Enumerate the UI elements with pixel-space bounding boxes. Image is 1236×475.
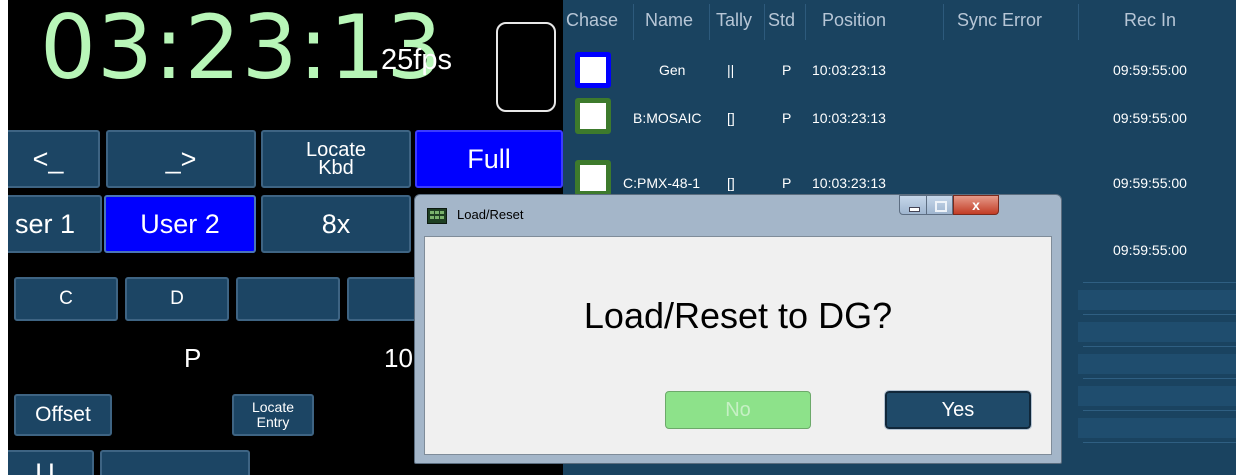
speed-8x-button[interactable]: 8x [261, 195, 411, 253]
row-name: B:MOSAIC [633, 110, 702, 126]
chase-checkbox-gen[interactable] [575, 52, 611, 88]
fps-label: 25fps [381, 44, 452, 76]
header-separator [709, 4, 710, 40]
header-position[interactable]: Position [822, 10, 886, 31]
table-header: Chase Name Tally Std Position Sync Error… [563, 0, 1236, 42]
minimize-button[interactable] [899, 195, 927, 215]
grid-line [1083, 314, 1236, 315]
header-separator [805, 4, 806, 40]
header-separator [1078, 4, 1079, 40]
row-position: 10:03:23:13 [812, 110, 886, 126]
row-tally: || [727, 62, 735, 78]
empty-row [1078, 418, 1236, 438]
grid-line [1083, 346, 1236, 347]
dialog-title-bar[interactable]: Load/Reset x [415, 195, 1061, 235]
no-button[interactable]: No [665, 391, 811, 429]
row-tally: [] [727, 175, 735, 191]
row-std: P [782, 175, 792, 191]
row-position: 10:03:23:13 [812, 175, 886, 191]
header-tally[interactable]: Tally [716, 10, 752, 31]
minimize-icon [909, 207, 920, 212]
row-position: 10:03:23:13 [812, 62, 886, 78]
chase-checkbox-c-pmx[interactable] [575, 160, 611, 196]
full-button[interactable]: Full [415, 130, 563, 188]
empty-row [1078, 354, 1236, 374]
row-rec-in: 09:59:55:00 [1113, 242, 1187, 258]
row-std: P [782, 110, 792, 126]
header-chase[interactable]: Chase [566, 10, 618, 31]
dialog-title: Load/Reset [457, 207, 524, 222]
bottom-button-2[interactable] [100, 450, 250, 475]
grid-line [1083, 282, 1236, 283]
header-separator [764, 4, 765, 40]
channel-blank-button-1[interactable] [236, 277, 340, 321]
dialog-message: Load/Reset to DG? [583, 295, 893, 336]
row-name: C:PMX-48-1 [623, 175, 701, 191]
header-sync-error[interactable]: Sync Error [957, 10, 1042, 31]
channel-d-button[interactable]: D [125, 277, 229, 321]
header-rec-in[interactable]: Rec In [1124, 10, 1176, 31]
row-name: Gen [659, 62, 686, 78]
header-separator [943, 4, 944, 40]
row-std: P [782, 62, 792, 78]
locate-kbd-button[interactable]: Locate Kbd [261, 130, 411, 188]
position-value-partial: 10 [384, 343, 413, 373]
bottom-button-1[interactable]: U [8, 450, 94, 475]
std-value: P [184, 343, 202, 373]
load-reset-dialog: Load/Reset x Load/Reset to DG? No Yes [414, 194, 1062, 464]
header-separator [633, 4, 634, 40]
locate-entry-button[interactable]: Locate Entry [232, 394, 314, 436]
app-grid-icon [427, 208, 447, 224]
dialog-body: Load/Reset to DG? No Yes [424, 236, 1052, 455]
row-rec-in: 09:59:55:00 [1113, 175, 1187, 191]
chase-checkbox-b-mosaic[interactable] [575, 98, 611, 134]
offset-button[interactable]: Offset [14, 394, 112, 436]
row-rec-in: 09:59:55:00 [1113, 62, 1187, 78]
empty-row [1078, 290, 1236, 310]
user-1-button[interactable]: ser 1 [8, 195, 102, 253]
user-2-button[interactable]: User 2 [104, 195, 256, 253]
close-button[interactable]: x [953, 195, 999, 215]
grid-line [1083, 378, 1236, 379]
jog-forward-button[interactable]: _> [106, 130, 256, 188]
yes-button[interactable]: Yes [884, 390, 1032, 430]
close-icon: x [972, 197, 980, 213]
row-tally: [] [727, 110, 735, 126]
row-rec-in: 09:59:55:00 [1113, 110, 1187, 126]
maximize-button[interactable] [927, 195, 953, 215]
empty-row [1078, 386, 1236, 406]
status-indicator [496, 22, 556, 112]
header-name[interactable]: Name [645, 10, 693, 31]
maximize-icon [935, 201, 947, 212]
grid-line [1083, 442, 1236, 443]
jog-back-button[interactable]: <_ [8, 130, 100, 188]
channel-c-button[interactable]: C [14, 277, 118, 321]
header-std[interactable]: Std [768, 10, 795, 31]
grid-line [1083, 410, 1236, 411]
empty-row [1078, 322, 1236, 342]
